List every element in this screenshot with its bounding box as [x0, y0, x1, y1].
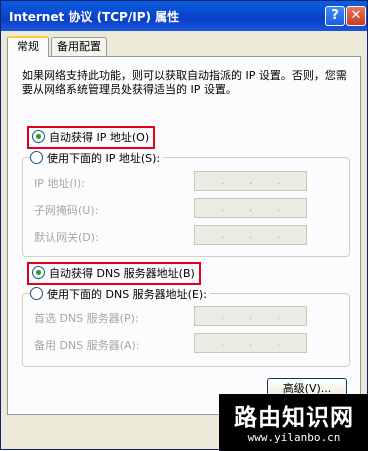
default-gateway-input[interactable]: ... [194, 225, 307, 245]
auto-dns-radio[interactable]: 自动获得 DNS 服务器地址(B) [27, 262, 201, 285]
manual-ip-label: 使用下面的 IP 地址(S): [47, 152, 161, 165]
subnet-mask-label: 子网掩码(U): [34, 204, 99, 217]
preferred-dns-input[interactable]: ... [194, 306, 307, 326]
auto-ip-label: 自动获得 IP 地址(O) [49, 131, 150, 144]
radio-selected-icon [32, 266, 45, 279]
tab-panel: 如果网络支持此功能，则可以获取自动指派的 IP 设置。否则，您需要从网络系统管理… [7, 56, 361, 415]
help-button[interactable]: ? [325, 6, 345, 26]
title-bar[interactable]: Internet 协议 (TCP/IP) 属性 ? ✕ [1, 1, 367, 31]
close-button[interactable]: ✕ [346, 6, 366, 26]
ip-address-label: IP 地址(I): [34, 177, 85, 190]
ip-address-input[interactable]: ... [194, 171, 307, 191]
alternate-dns-input[interactable]: ... [194, 333, 307, 353]
alternate-dns-label: 备用 DNS 服务器(A): [34, 339, 140, 352]
manual-ip-radio[interactable]: 使用下面的 IP 地址(S): [30, 151, 164, 166]
watermark-overlay: 路由知识网 www.yilanbo.cn [219, 394, 368, 451]
dns-settings-group [22, 293, 350, 367]
manual-dns-label: 使用下面的 DNS 服务器地址(E): [47, 288, 207, 301]
tab-alternate-config[interactable]: 备用配置 [51, 37, 107, 56]
auto-dns-label: 自动获得 DNS 服务器地址(B) [49, 267, 195, 280]
watermark-title: 路由知识网 [234, 405, 354, 431]
auto-ip-radio[interactable]: 自动获得 IP 地址(O) [26, 126, 156, 149]
properties-dialog: Internet 协议 (TCP/IP) 属性 ? ✕ 常规 备用配置 如果网络… [0, 0, 368, 451]
manual-dns-radio[interactable]: 使用下面的 DNS 服务器地址(E): [30, 287, 210, 302]
window-title: Internet 协议 (TCP/IP) 属性 [9, 10, 180, 24]
default-gateway-label: 默认网关(D): [34, 231, 99, 244]
description-text: 如果网络支持此功能，则可以获取自动指派的 IP 设置。否则，您需要从网络系统管理… [22, 69, 347, 96]
preferred-dns-label: 首选 DNS 服务器(P): [34, 312, 139, 325]
subnet-mask-input[interactable]: ... [194, 198, 307, 218]
radio-selected-icon [32, 130, 45, 143]
tab-general[interactable]: 常规 [7, 36, 49, 57]
watermark-url: www.yilanbo.cn [247, 431, 341, 444]
radio-unselected-icon [30, 287, 43, 300]
radio-unselected-icon [30, 151, 43, 164]
